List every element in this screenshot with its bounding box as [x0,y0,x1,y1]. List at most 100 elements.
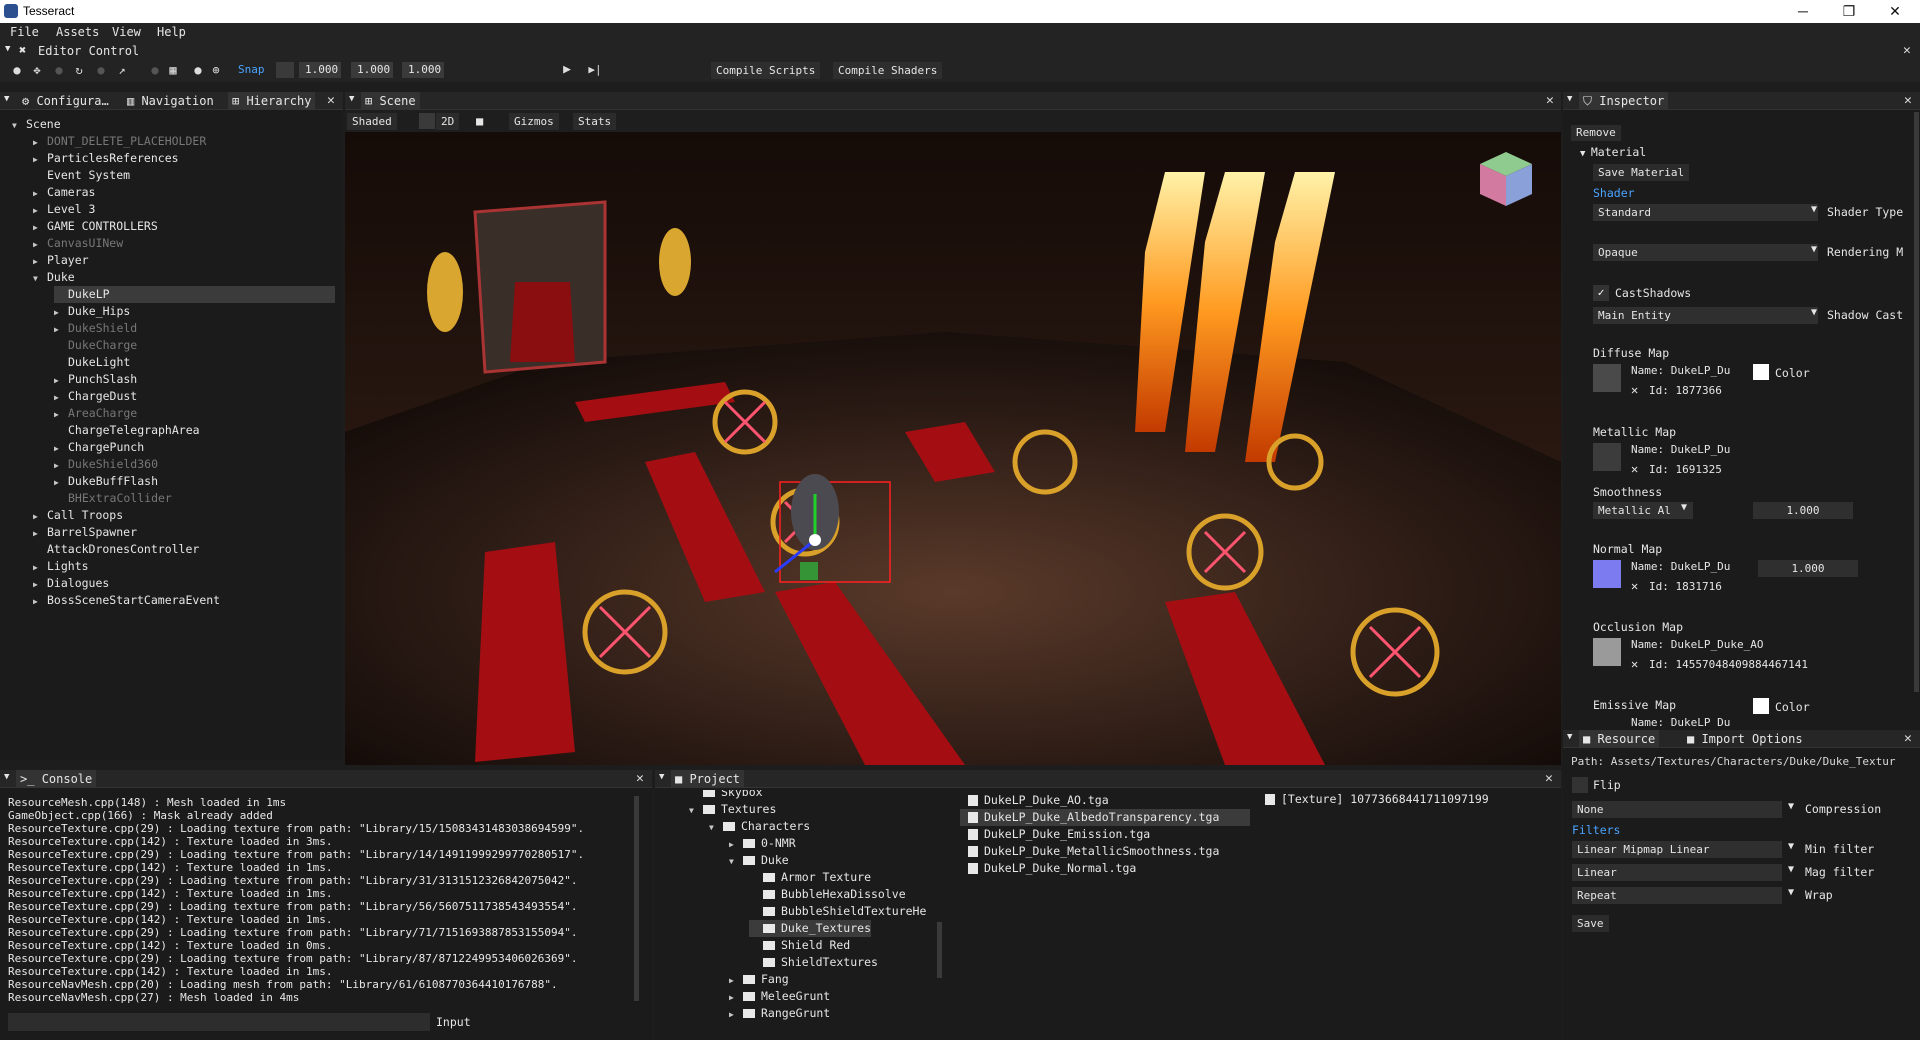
collapsed-arrow-icon[interactable]: ▶ [54,406,68,423]
project-folder-item[interactable]: ▼ Textures [689,801,776,818]
world-space-icon[interactable]: ● [189,62,207,78]
collapsed-arrow-icon[interactable]: ▶ [33,593,47,610]
hierarchy-item[interactable]: ▶ BossSceneStartCameraEvent [33,592,220,609]
close-hierarchy-icon[interactable]: ✕ [327,93,335,108]
inspector-scrollbar[interactable] [1914,112,1919,692]
hierarchy-item[interactable]: DukeCharge [54,337,137,354]
expanded-arrow-icon[interactable]: ▼ [689,802,703,819]
collapsed-arrow-icon[interactable]: ▶ [54,474,68,491]
emissive-color-swatch[interactable] [1753,698,1769,714]
collapsed-arrow-icon[interactable]: ▶ [33,525,47,542]
cast-shadows-checkbox[interactable]: ✓ [1593,285,1609,301]
camera-icon[interactable]: ■ [476,114,483,128]
close-resource-icon[interactable]: ✕ [1904,731,1912,746]
hierarchy-item[interactable]: ▶ GAME CONTROLLERS [33,218,158,235]
collapsed-arrow-icon[interactable]: ▶ [729,836,743,853]
collapse-arrow-icon[interactable]: ▼ [4,772,9,782]
menu-view[interactable]: View [112,25,141,39]
clear-metallic-icon[interactable]: ✕ [1631,462,1638,476]
dropdown-arrow-icon[interactable]: ▼ [1788,887,1794,898]
dropdown-arrow-icon[interactable]: ▼ [1811,244,1817,255]
clear-occlusion-icon[interactable]: ✕ [1631,657,1638,671]
hierarchy-item[interactable]: ▼ Duke [33,269,75,286]
hierarchy-item[interactable]: ▶ DukeShield [54,320,137,337]
collapsed-arrow-icon[interactable]: ▶ [54,389,68,406]
collapsed-arrow-icon[interactable]: ▶ [729,1006,743,1023]
project-tree-scrollbar[interactable] [937,922,942,978]
save-material-button[interactable]: Save Material [1593,164,1690,181]
flip-checkbox[interactable] [1572,777,1588,793]
hierarchy-item[interactable]: ▶ DukeBuffFlash [54,473,158,490]
hierarchy-item[interactable]: ▶ ParticlesReferences [33,150,179,167]
collapse-arrow-icon[interactable]: ▼ [659,772,664,782]
local-space-icon[interactable]: ● [146,62,164,78]
play-icon[interactable]: ▶ [558,62,576,78]
hierarchy-item[interactable]: ▶ Level 3 [33,201,95,218]
collapsed-arrow-icon[interactable]: ▶ [33,508,47,525]
expanded-arrow-icon[interactable]: ▼ [33,270,47,287]
collapsed-arrow-icon[interactable]: ▶ [729,972,743,989]
collapsed-arrow-icon[interactable]: ▶ [729,989,743,1006]
project-folder-item[interactable]: ▶ Fang [729,971,789,988]
expanded-arrow-icon[interactable]: ▼ [12,117,26,134]
expanded-arrow-icon[interactable]: ▼ [709,819,723,836]
select-tool-icon[interactable]: ● [8,62,26,78]
dropdown-arrow-icon[interactable]: ▼ [1811,307,1817,318]
smoothness-source-dropdown[interactable]: Metallic Al [1593,502,1693,519]
project-folder-item[interactable]: Duke_Textures [749,920,872,937]
rotate-tool-icon[interactable]: ● [50,62,68,78]
hierarchy-item[interactable]: DukeLP [54,286,335,303]
normal-strength-slider[interactable]: 1.000 [1758,560,1858,577]
project-file-item[interactable]: DukeLP_Duke_AlbedoTransparency.tga [960,809,1250,826]
collapsed-arrow-icon[interactable]: ▶ [33,253,47,270]
snap-value-x[interactable]: 1.000 [299,62,341,78]
hierarchy-item[interactable]: ▶ AreaCharge [54,405,137,422]
collapsed-arrow-icon[interactable]: ▶ [33,134,47,151]
hierarchy-item[interactable]: ▶ CanvasUINew [33,235,123,252]
collapsed-arrow-icon[interactable]: ▶ [33,185,47,202]
mag-filter-dropdown[interactable]: Linear [1572,864,1782,881]
collapsed-arrow-icon[interactable]: ▶ [33,559,47,576]
grid-icon[interactable]: ▦ [164,62,182,78]
collapse-arrow-icon[interactable]: ▼ [1567,94,1572,104]
hierarchy-item[interactable]: ▶ ChargeDust [54,388,137,405]
hierarchy-item[interactable]: ▶ DukeShield360 [54,456,158,473]
texture-preview-item[interactable]: [Texture] 10773668441711097199 [1265,792,1489,806]
hierarchy-item[interactable]: DukeLight [54,354,130,371]
tab-project[interactable]: ■ Project [671,770,745,788]
close-window-button[interactable]: ✕ [1872,0,1918,23]
snap-checkbox[interactable] [276,62,294,78]
collapse-arrow-icon[interactable]: ▼ [1567,732,1572,742]
maximize-button[interactable]: ❐ [1826,0,1872,23]
save-import-button[interactable]: Save [1572,915,1609,932]
expanded-arrow-icon[interactable]: ▼ [729,853,743,870]
stats-button[interactable]: Stats [573,113,617,130]
collapse-arrow-icon[interactable]: ▼ [349,94,354,104]
tab-hierarchy[interactable]: ⊞ Hierarchy [228,92,316,110]
console-input-field[interactable] [8,1013,430,1031]
close-inspector-icon[interactable]: ✕ [1904,93,1912,108]
2d-toggle[interactable]: 2D [436,113,460,130]
minimize-button[interactable]: ─ [1780,0,1826,23]
hierarchy-item[interactable]: ChargeTelegraphArea [54,422,200,439]
hierarchy-item[interactable]: BHExtraCollider [54,490,172,507]
tab-navigation[interactable]: ▥ Navigation [123,92,218,110]
globe-icon[interactable]: ⊕ [207,62,225,78]
project-folder-item[interactable]: ▼ Characters [709,818,810,835]
project-folder-item[interactable]: ▶ 0-NMR [729,835,796,852]
tab-inspector[interactable]: ⛉ Inspector [1579,92,1669,110]
dropdown-arrow-icon[interactable]: ▼ [1811,204,1817,215]
clear-diffuse-icon[interactable]: ✕ [1631,383,1638,397]
collapse-arrow-icon[interactable]: ▼ [5,44,10,54]
2d-checkbox[interactable] [419,113,435,129]
occlusion-map-thumbnail[interactable] [1593,638,1621,666]
close-project-icon[interactable]: ✕ [1545,771,1553,786]
diffuse-color-swatch[interactable] [1753,364,1769,380]
hierarchy-item[interactable]: ▶ BarrelSpawner [33,524,137,541]
compile-scripts-button[interactable]: Compile Scripts [711,62,821,79]
menu-file[interactable]: File [10,25,39,39]
project-folder-item[interactable]: ShieldTextures [749,954,878,971]
close-scene-icon[interactable]: ✕ [1546,93,1554,108]
shader-dropdown[interactable]: Standard [1593,204,1818,221]
menu-help[interactable]: Help [157,25,186,39]
